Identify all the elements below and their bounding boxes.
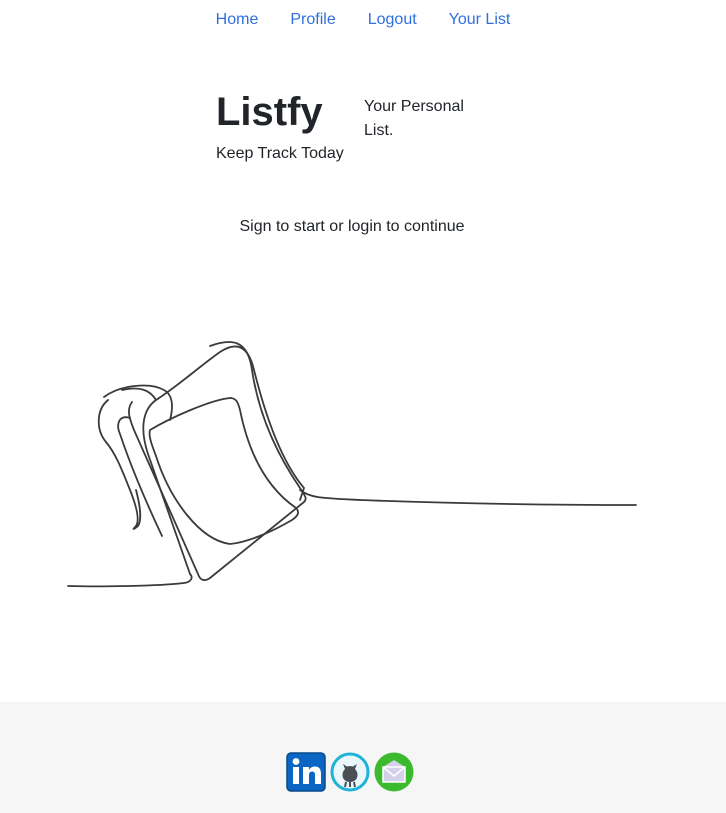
mail-icon — [374, 752, 414, 792]
nav-home-link[interactable]: Home — [200, 8, 275, 32]
sign-in-prompt: Sign to start or login to continue — [239, 218, 465, 235]
linkedin-icon — [286, 752, 326, 792]
github-link[interactable] — [330, 752, 370, 792]
social-links — [286, 752, 414, 792]
notebook-illustration — [60, 330, 650, 605]
brand-block: Listfy Keep Track Today — [216, 86, 344, 164]
nav-logout-link[interactable]: Logout — [352, 8, 433, 32]
footer — [0, 702, 726, 813]
github-icon — [330, 752, 370, 792]
brand-subtitle: Keep Track Today — [216, 145, 344, 162]
page: Home Profile Logout Your List Listfy Kee… — [0, 0, 726, 813]
brand-title: Listfy — [216, 90, 323, 134]
nav-your-list-link[interactable]: Your List — [433, 8, 527, 32]
nav-profile-link[interactable]: Profile — [274, 8, 351, 32]
mail-link[interactable] — [374, 752, 414, 792]
brand-tagline: Your Personal List. — [364, 98, 464, 139]
top-nav: Home Profile Logout Your List — [0, 8, 726, 32]
linkedin-link[interactable] — [286, 752, 326, 792]
